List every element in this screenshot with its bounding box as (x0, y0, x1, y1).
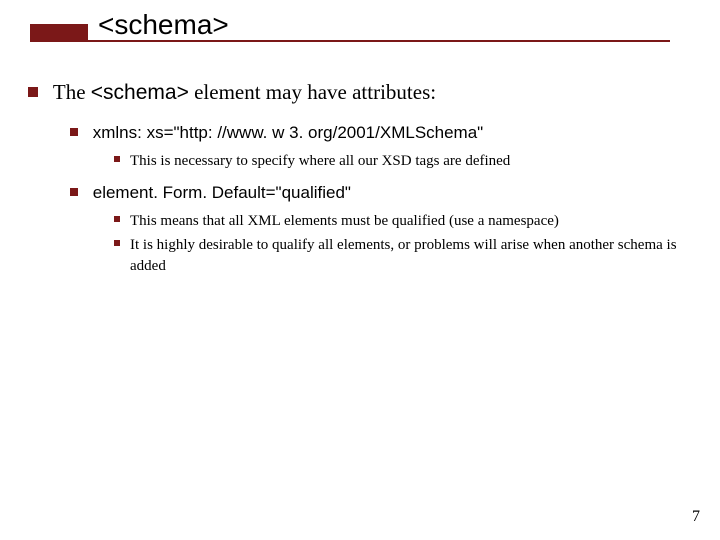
bullet-level3: This means that all XML elements must be… (114, 211, 690, 231)
title-accent-bar (30, 24, 88, 40)
attr1-label: xmlns: xs="http: //www. w 3. org/2001/XM… (93, 123, 483, 142)
bullet-level3: It is highly desirable to qualify all el… (114, 235, 690, 276)
slide-body: The <schema> element may have attributes… (28, 78, 690, 280)
page-number: 7 (692, 508, 700, 526)
attr2-label: element. Form. Default="qualified" (93, 183, 351, 202)
intro-prefix: The (53, 80, 91, 104)
bullet-square-icon (114, 156, 120, 162)
slide: <schema> The <schema> element may have a… (0, 0, 720, 540)
attr2-note-1: It is highly desirable to qualify all el… (130, 235, 690, 276)
bullet-square-icon (28, 87, 38, 97)
slide-title: <schema> (98, 9, 229, 41)
intro-code: <schema> (91, 81, 189, 104)
attr1-note-0: This is necessary to specify where all o… (130, 151, 510, 171)
intro-suffix: element may have attributes: (189, 80, 436, 104)
bullet-level2-attr1: xmlns: xs="http: //www. w 3. org/2001/XM… (70, 121, 690, 145)
bullet-square-icon (114, 240, 120, 246)
bullet-square-icon (70, 128, 78, 136)
attr2-note-0: This means that all XML elements must be… (130, 211, 559, 231)
bullet-level2-attr2: element. Form. Default="qualified" (70, 181, 690, 205)
bullet-square-icon (70, 188, 78, 196)
bullet-level3: This is necessary to specify where all o… (114, 151, 690, 171)
bullet-square-icon (114, 216, 120, 222)
bullet-level1: The <schema> element may have attributes… (28, 78, 690, 107)
